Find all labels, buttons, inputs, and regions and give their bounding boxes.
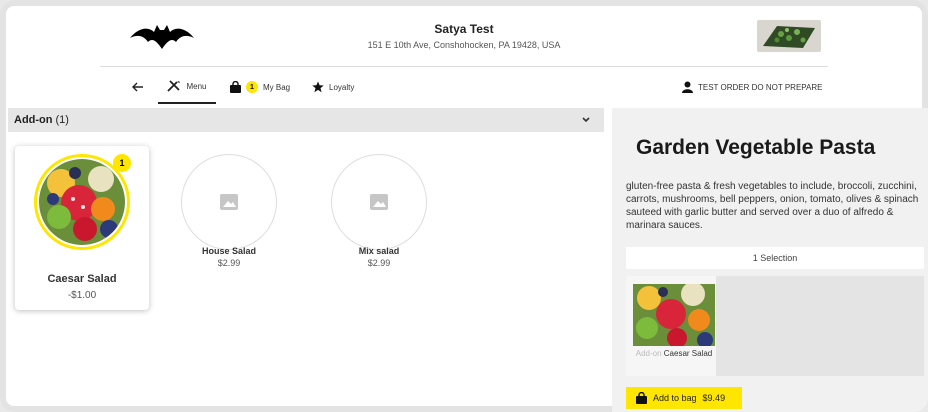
selected-addon-category: Add-on — [635, 349, 662, 358]
item-name: Caesar Salad — [47, 273, 117, 285]
bag-icon — [636, 392, 647, 404]
top-nav: Menu 1 My Bag Loyalty TEST ORDER DO NOT … — [8, 70, 920, 104]
section-title: Add-on — [14, 114, 53, 126]
item-price: $2.99 — [217, 258, 241, 268]
add-to-bag-price: $9.49 — [702, 393, 726, 403]
item-price: -$1.00 — [67, 290, 97, 301]
order-note-label: TEST ORDER DO NOT PREPARE — [698, 82, 823, 92]
item-detail-panel: Garden Vegetable Pasta gluten-free pasta… — [612, 108, 928, 412]
item-image-frame — [181, 154, 277, 250]
tab-menu[interactable]: Menu — [158, 70, 216, 104]
back-button[interactable] — [132, 70, 144, 104]
image-placeholder-icon — [220, 194, 238, 210]
item-image-frame — [331, 154, 427, 250]
tab-my-bag-label: My Bag — [263, 82, 291, 92]
store-header: Satya Test 151 E 10th Ave, Conshohocken,… — [8, 8, 920, 64]
fruit-salad-image — [39, 159, 125, 245]
image-placeholder-icon — [370, 194, 388, 210]
add-to-bag-button[interactable]: Add to bag $9.49 — [626, 387, 742, 409]
item-quantity-badge: 1 — [113, 154, 131, 172]
arrow-left-icon — [132, 82, 143, 92]
app-window: Satya Test 151 E 10th Ave, Conshohocken,… — [0, 0, 928, 412]
section-count: (1) — [55, 114, 69, 126]
bag-count-badge: 1 — [246, 81, 258, 93]
tab-menu-label: Menu — [186, 81, 207, 91]
selected-addon-tile[interactable]: Add-on Caesar Salad — [626, 276, 716, 376]
tab-loyalty-label: Loyalty — [329, 82, 355, 92]
tab-my-bag[interactable]: 1 My Bag — [230, 70, 290, 104]
selection-area: Add-on Caesar Salad — [626, 276, 924, 376]
order-note[interactable]: TEST ORDER DO NOT PREPARE — [682, 70, 822, 104]
item-name: Mix salad — [358, 246, 400, 256]
selected-addon-name: Caesar Salad — [663, 349, 713, 358]
item-price: $2.99 — [367, 258, 391, 268]
chevron-down-icon — [582, 117, 590, 123]
user-icon — [682, 81, 693, 93]
selection-count: 1 Selection — [626, 247, 924, 269]
selected-addon-label: Add-on Caesar Salad — [626, 349, 722, 359]
tab-loyalty[interactable]: Loyalty — [312, 70, 354, 104]
addon-section-header[interactable]: Add-on (1) — [8, 108, 604, 132]
star-icon — [312, 81, 324, 93]
dish-description: gluten-free pasta & fresh vegetables to … — [626, 181, 919, 231]
item-name: House Salad — [201, 246, 257, 256]
selected-addon-image — [633, 284, 715, 346]
item-card-caesar-salad[interactable]: 1 Caesar Salad -$1.00 — [15, 146, 149, 310]
dish-title: Garden Vegetable Pasta — [636, 136, 876, 159]
header-divider — [100, 66, 828, 67]
store-thumbnail — [757, 20, 821, 52]
utensils-icon — [167, 80, 181, 92]
add-to-bag-label: Add to bag — [653, 393, 697, 403]
bag-icon — [230, 81, 241, 93]
